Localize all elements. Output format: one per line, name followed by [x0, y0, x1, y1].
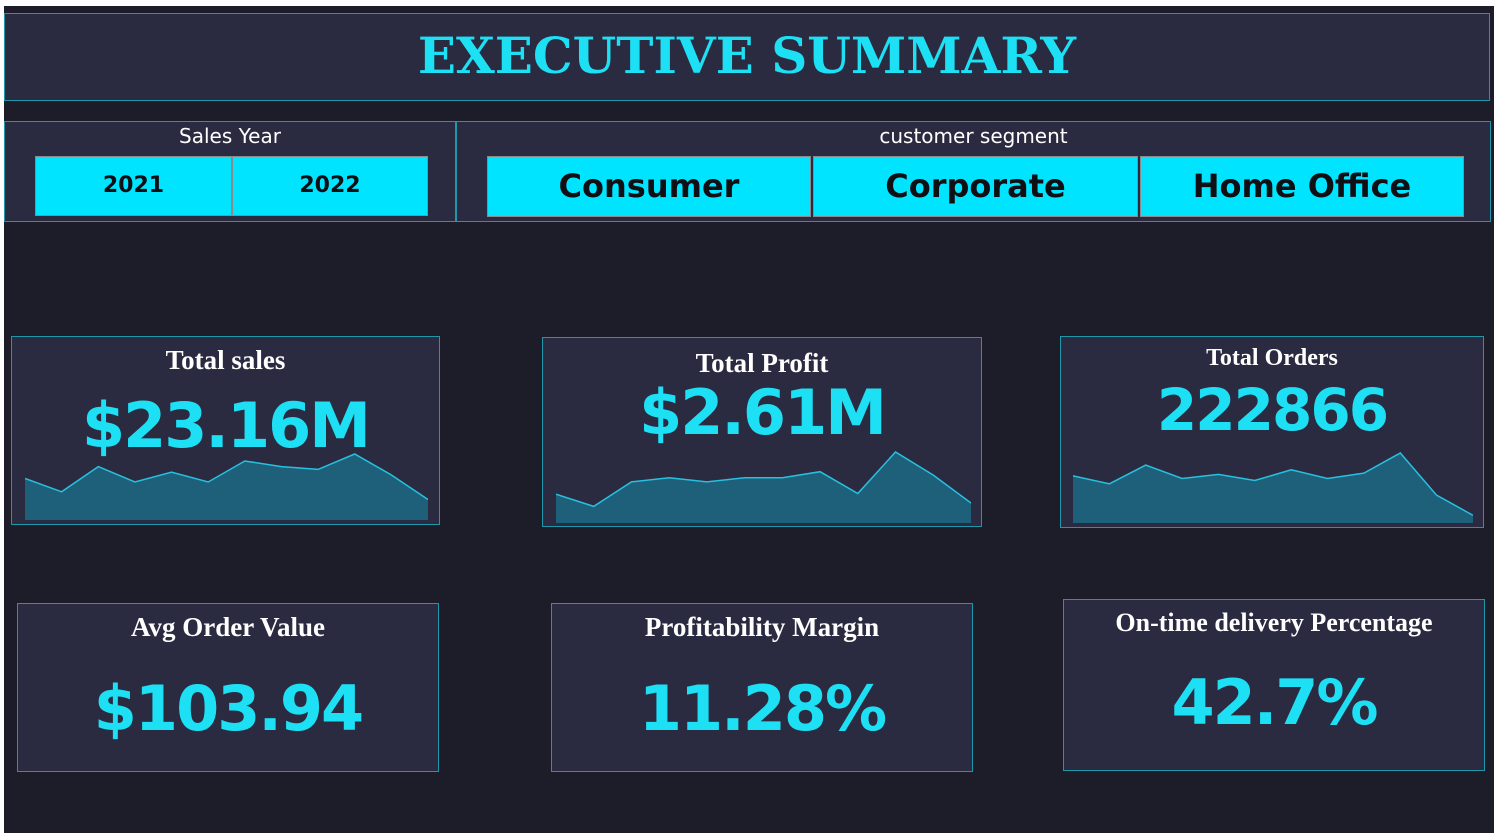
total-sales-label: Total sales — [165, 345, 286, 375]
sales-year-slicer: Sales Year 2021 2022 — [4, 121, 456, 222]
total-sales-sparkline — [25, 453, 428, 520]
total-sales-card[interactable]: Total sales $23.16M — [11, 336, 440, 525]
profitability-margin-card[interactable]: Profitability Margin 11.28% — [551, 603, 973, 772]
total-profit-sparkline — [556, 451, 971, 523]
year-2021-button[interactable]: 2021 — [35, 156, 232, 216]
customer-segment-slicer: customer segment Consumer Corporate Home… — [456, 121, 1491, 222]
on-time-delivery-card[interactable]: On-time delivery Percentage 42.7% — [1063, 599, 1485, 771]
segment-consumer-button[interactable]: Consumer — [487, 156, 811, 217]
avg-order-value-value: $103.94 — [93, 672, 364, 745]
sales-year-slicer-title: Sales Year — [179, 124, 281, 148]
segment-corporate-button[interactable]: Corporate — [813, 156, 1138, 217]
report-header: EXECUTIVE SUMMARY — [4, 13, 1490, 101]
avg-order-value-card[interactable]: Avg Order Value $103.94 — [17, 603, 439, 772]
dashboard-canvas: EXECUTIVE SUMMARY Sales Year 2021 2022 c… — [0, 0, 1494, 833]
on-time-delivery-label: On-time delivery Percentage — [1115, 608, 1433, 637]
total-orders-sparkline — [1073, 452, 1473, 523]
profitability-margin-label: Profitability Margin — [644, 612, 880, 642]
customer-segment-slicer-title: customer segment — [879, 124, 1068, 148]
profitability-margin-value: 11.28% — [638, 672, 887, 745]
total-orders-sparkline-area — [1073, 453, 1473, 523]
page-title: EXECUTIVE SUMMARY — [417, 26, 1077, 85]
avg-order-value-label: Avg Order Value — [130, 612, 325, 642]
on-time-delivery-value: 42.7% — [1171, 666, 1378, 739]
total-orders-label: Total Orders — [1206, 345, 1338, 371]
year-2022-button[interactable]: 2022 — [232, 156, 428, 216]
ribbon-strip — [0, 0, 1494, 6]
total-profit-value: $2.61M — [639, 376, 887, 449]
total-profit-card[interactable]: Total Profit $2.61M — [542, 337, 982, 527]
total-orders-value: 222866 — [1156, 376, 1389, 444]
total-profit-sparkline-area — [556, 452, 971, 523]
segment-home-office-button[interactable]: Home Office — [1140, 156, 1464, 217]
total-orders-card[interactable]: Total Orders 222866 — [1060, 336, 1484, 528]
total-sales-sparkline-area — [25, 454, 428, 520]
total-profit-label: Total Profit — [695, 348, 829, 378]
